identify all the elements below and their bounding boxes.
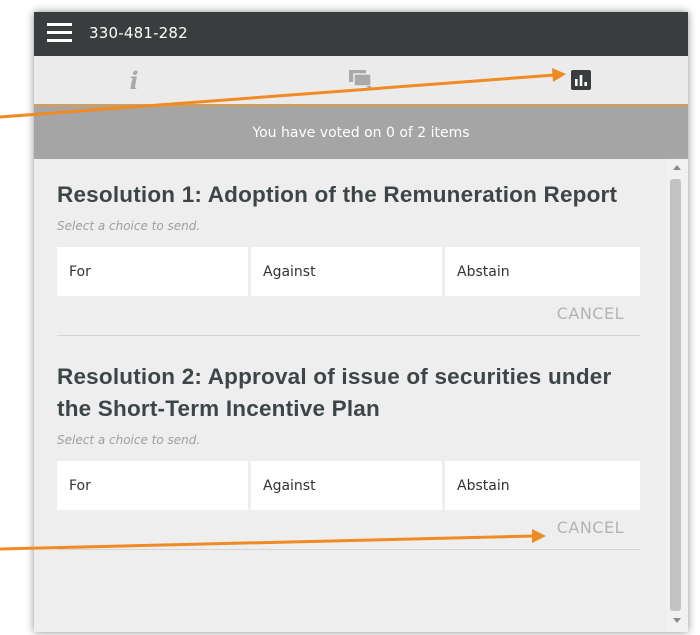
tab-chat[interactable]	[261, 56, 461, 104]
resolution-1: Resolution 1: Adoption of the Remunerati…	[57, 179, 640, 336]
cancel-button[interactable]: CANCEL	[57, 304, 640, 323]
tab-vote[interactable]	[481, 56, 681, 104]
choice-against-button[interactable]: Against	[251, 461, 442, 510]
screenshot-stage: 330-481-282 i You have voted on 0 of 2 i…	[0, 0, 700, 635]
choice-for-button[interactable]: For	[57, 247, 248, 296]
resolution-title: Resolution 2: Approval of issue of secur…	[57, 364, 612, 421]
hamburger-menu-icon[interactable]	[47, 23, 72, 43]
resolution-hint: Select a choice to send.	[57, 433, 201, 447]
scrollbar-thumb[interactable]	[670, 179, 681, 611]
resolution-hint: Select a choice to send.	[57, 219, 201, 233]
top-bar: 330-481-282	[34, 12, 688, 56]
choice-for-button[interactable]: For	[57, 461, 248, 510]
resolution-divider	[57, 549, 640, 550]
choice-abstain-button[interactable]: Abstain	[445, 247, 640, 296]
info-icon: i	[129, 65, 139, 95]
tab-info[interactable]: i	[34, 56, 234, 104]
vote-status-text: You have voted on 0 of 2 items	[252, 125, 470, 141]
tab-bar: i	[34, 56, 688, 107]
vote-status-bar: You have voted on 0 of 2 items	[34, 107, 688, 159]
resolution-title: Resolution 1: Adoption of the Remunerati…	[57, 182, 618, 207]
app-window: 330-481-282 i You have voted on 0 of 2 i…	[34, 12, 688, 632]
resolution-divider	[57, 335, 640, 336]
bar-chart-icon	[571, 70, 591, 90]
choice-group: For Against Abstain	[57, 247, 640, 296]
choice-against-button[interactable]: Against	[251, 247, 442, 296]
scroll-up-arrow-icon[interactable]	[673, 165, 681, 170]
choice-group: For Against Abstain	[57, 461, 640, 510]
choice-abstain-button[interactable]: Abstain	[445, 461, 640, 510]
resolutions-list: Resolution 1: Adoption of the Remunerati…	[34, 159, 666, 632]
scrollbar[interactable]	[666, 159, 688, 632]
scroll-down-arrow-icon[interactable]	[673, 618, 681, 623]
cancel-button[interactable]: CANCEL	[57, 518, 640, 537]
chat-icon	[349, 70, 372, 90]
meeting-id: 330-481-282	[89, 24, 188, 42]
resolution-2: Resolution 2: Approval of issue of secur…	[57, 361, 640, 550]
